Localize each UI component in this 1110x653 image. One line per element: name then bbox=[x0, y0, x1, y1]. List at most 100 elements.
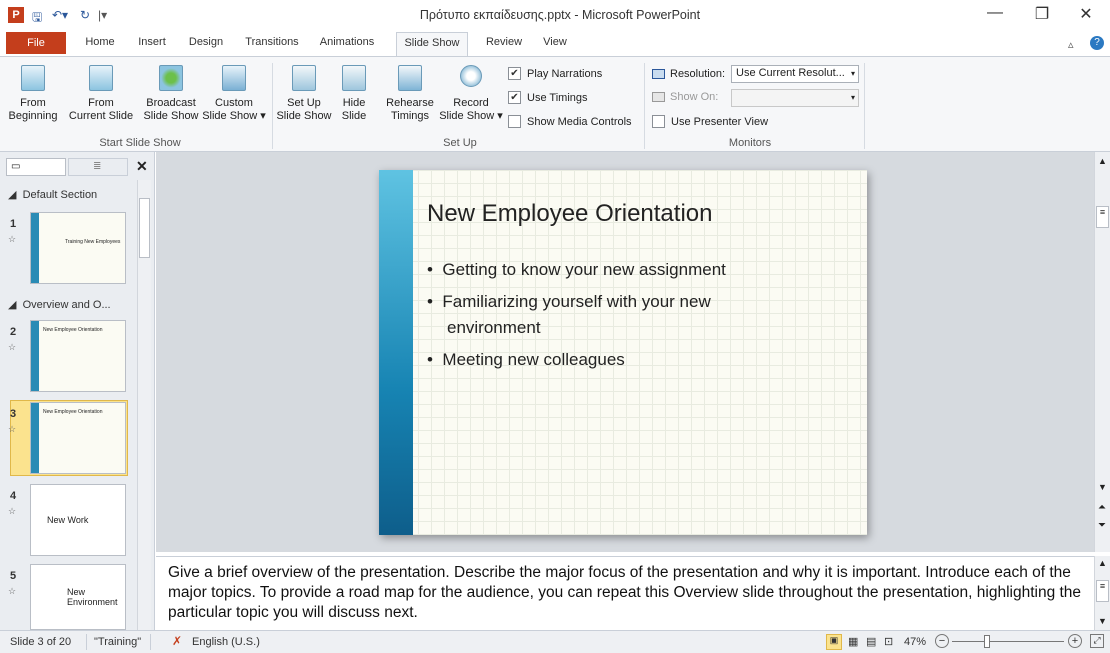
section-header[interactable]: ◢ Default Section bbox=[8, 188, 97, 201]
custom-slideshow-icon bbox=[222, 65, 246, 91]
chevron-down-icon: ▾ bbox=[850, 69, 855, 78]
tab-transitions[interactable]: Transitions bbox=[242, 36, 302, 48]
set-up-slide-show-button[interactable]: Set Up Slide Show bbox=[276, 65, 332, 123]
outline-tab[interactable]: ≣ bbox=[68, 158, 128, 176]
minimize-button[interactable]: — bbox=[975, 4, 1015, 22]
record-icon bbox=[460, 65, 482, 87]
rehearse-timings-icon bbox=[398, 65, 422, 91]
zoom-slider-thumb[interactable] bbox=[984, 635, 990, 648]
scroll-thumb[interactable] bbox=[139, 198, 150, 258]
current-slide[interactable]: New Employee Orientation • Getting to kn… bbox=[379, 170, 867, 535]
scroll-down-icon[interactable]: ▼ bbox=[1098, 482, 1107, 492]
tab-design[interactable]: Design bbox=[186, 36, 226, 48]
group-divider bbox=[272, 63, 273, 149]
slide-counter: Slide 3 of 20 bbox=[10, 636, 72, 648]
chevron-down-icon: ▾ bbox=[850, 93, 855, 102]
show-media-controls-checkbox[interactable]: Show Media Controls bbox=[508, 115, 632, 128]
normal-view-icon[interactable]: ▣ bbox=[826, 634, 842, 650]
hide-slide-button[interactable]: Hide Slide bbox=[334, 65, 374, 123]
title-bar: P 🖫 ↶▾ ↻ |▾ Πρότυπο εκπαίδευσης.pptx - M… bbox=[0, 0, 1110, 32]
slideshow-from-beginning-icon bbox=[21, 65, 45, 91]
transition-star-icon: ☆ bbox=[8, 342, 17, 352]
zoom-level[interactable]: 47% bbox=[904, 636, 926, 648]
tab-view[interactable]: View bbox=[540, 36, 570, 48]
thumb-number: 5 bbox=[10, 570, 17, 582]
ribbon-collapse-icon[interactable]: ▵ bbox=[1068, 38, 1074, 51]
slide-bullet[interactable]: • Getting to know your new assignment bbox=[427, 258, 726, 282]
reading-view-icon[interactable]: ▤ bbox=[866, 635, 876, 648]
tab-animations[interactable]: Animations bbox=[316, 36, 378, 48]
fit-to-window-icon[interactable]: ⤢ bbox=[1090, 634, 1104, 648]
vertical-scrollbar[interactable]: ▲ ≡ ▼ ⏶ ⏷ bbox=[1094, 152, 1110, 552]
zoom-out-icon[interactable]: − bbox=[935, 634, 949, 648]
close-button[interactable]: ✕ bbox=[1066, 4, 1106, 24]
customize-quick-access-icon[interactable]: |▾ bbox=[98, 8, 107, 22]
setup-slideshow-icon bbox=[292, 65, 316, 91]
transition-star-icon: ☆ bbox=[8, 424, 17, 434]
thumb-decoration bbox=[31, 213, 39, 283]
transition-star-icon: ☆ bbox=[8, 586, 17, 596]
zoom-slider-track[interactable] bbox=[952, 641, 1064, 642]
tab-file[interactable]: File bbox=[6, 32, 66, 54]
slides-tab[interactable]: ▭ bbox=[6, 158, 66, 176]
resolution-dropdown[interactable]: Use Current Resolut... ▾ bbox=[731, 65, 859, 83]
undo-icon[interactable]: ↶▾ bbox=[52, 8, 68, 22]
slide-bullet[interactable]: • Familiarizing yourself with your new bbox=[427, 290, 711, 314]
save-icon[interactable]: 🖫 bbox=[32, 8, 42, 29]
zoom-in-icon[interactable]: + bbox=[1068, 634, 1082, 648]
section-header[interactable]: ◢ Overview and O... bbox=[8, 298, 111, 311]
slide-thumbnail[interactable]: Training New Employees bbox=[30, 212, 126, 284]
show-on-icon bbox=[652, 92, 665, 102]
thumb-number: 2 bbox=[10, 326, 17, 338]
slides-tab-icon: ▭ bbox=[11, 161, 21, 172]
from-current-slide-button[interactable]: From Current Slide bbox=[64, 65, 138, 123]
scroll-down-icon[interactable]: ▼ bbox=[1098, 616, 1107, 626]
show-on-dropdown[interactable]: ▾ bbox=[731, 89, 859, 107]
resolution-label: Resolution: bbox=[670, 68, 726, 80]
custom-slide-show-button[interactable]: Custom Slide Show ▾ bbox=[200, 65, 268, 123]
slide-bullet-continuation[interactable]: environment bbox=[447, 316, 541, 340]
group-set-up: Set Up bbox=[443, 137, 477, 149]
powerpoint-logo-icon: P bbox=[8, 7, 24, 23]
slide-show-view-icon[interactable]: ⊡ bbox=[884, 635, 893, 648]
checkbox-checked-icon: ✔ bbox=[508, 91, 521, 104]
use-timings-checkbox[interactable]: ✔ Use Timings bbox=[508, 91, 588, 104]
redo-icon[interactable]: ↻ bbox=[80, 8, 90, 22]
pane-scrollbar[interactable] bbox=[137, 180, 151, 630]
from-beginning-button[interactable]: From Beginning bbox=[2, 65, 64, 123]
tab-slide-show[interactable]: Slide Show bbox=[396, 32, 468, 56]
checkbox-unchecked-icon bbox=[652, 115, 665, 128]
next-slide-icon[interactable]: ⏷ bbox=[1098, 520, 1106, 531]
spelling-check-icon[interactable]: ✗ bbox=[172, 634, 182, 648]
help-icon[interactable]: ? bbox=[1090, 36, 1104, 50]
language-indicator[interactable]: English (U.S.) bbox=[192, 636, 260, 648]
maximize-button[interactable]: ❐ bbox=[1022, 4, 1062, 24]
tab-insert[interactable]: Insert bbox=[134, 36, 170, 48]
tab-review[interactable]: Review bbox=[484, 36, 524, 48]
close-pane-icon[interactable]: ✕ bbox=[136, 158, 148, 175]
ribbon: From Beginning From Current Slide Broadcas… bbox=[0, 56, 1110, 152]
notes-scrollbar[interactable]: ▲ ≡ ▼ bbox=[1094, 556, 1110, 630]
group-divider bbox=[644, 63, 645, 149]
record-slide-show-button[interactable]: Record Slide Show ▾ bbox=[438, 65, 504, 123]
slide-bullet[interactable]: • Meeting new colleagues bbox=[427, 348, 625, 372]
rehearse-timings-button[interactable]: Rehearse Timings bbox=[382, 65, 438, 123]
scroll-thumb[interactable]: ≡ bbox=[1096, 206, 1109, 228]
previous-slide-icon[interactable]: ⏶ bbox=[1098, 502, 1106, 513]
slide-title[interactable]: New Employee Orientation bbox=[427, 200, 712, 228]
scroll-up-icon[interactable]: ▲ bbox=[1098, 558, 1107, 568]
slide-thumbnail-selected[interactable]: New Employee Orientation bbox=[30, 402, 126, 474]
thumb-decoration bbox=[31, 321, 39, 391]
play-narrations-checkbox[interactable]: ✔ Play Narrations bbox=[508, 67, 602, 80]
thumb-decoration bbox=[31, 403, 39, 473]
slide-thumbnail[interactable]: New Work bbox=[30, 484, 126, 556]
notes-pane[interactable]: Give a brief overview of the presentatio… bbox=[156, 556, 1094, 630]
tab-home[interactable]: Home bbox=[82, 36, 118, 48]
slide-sorter-icon[interactable]: ▦ bbox=[848, 635, 858, 648]
slide-thumbnail[interactable]: New Employee Orientation bbox=[30, 320, 126, 392]
scroll-up-icon[interactable]: ▲ bbox=[1098, 156, 1107, 166]
use-presenter-view-checkbox[interactable]: Use Presenter View bbox=[652, 115, 768, 128]
slide-thumbnail[interactable]: New Environment bbox=[30, 564, 126, 630]
broadcast-slide-show-button[interactable]: Broadcast Slide Show bbox=[142, 65, 200, 123]
scroll-thumb[interactable]: ≡ bbox=[1096, 580, 1109, 602]
